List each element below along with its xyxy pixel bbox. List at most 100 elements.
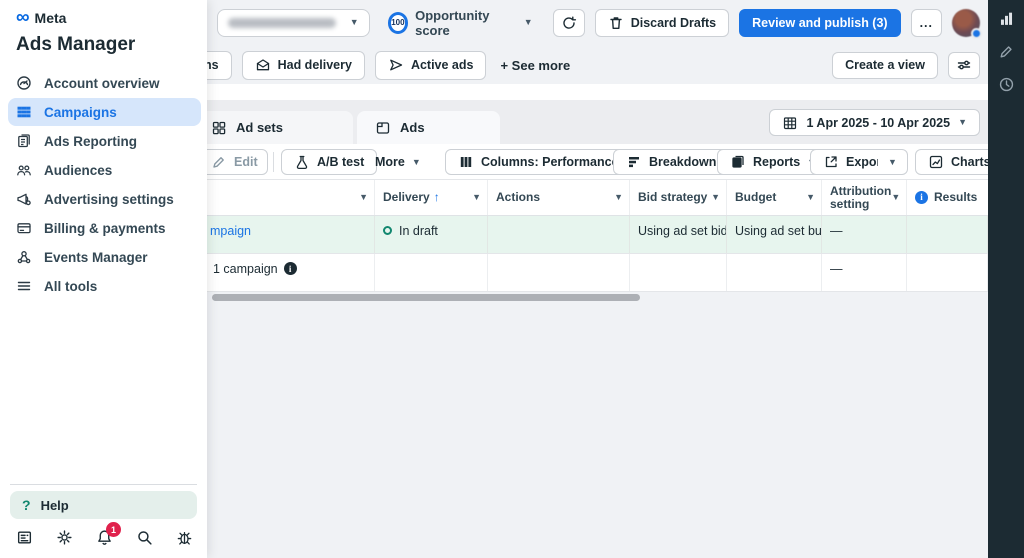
- reports-icon: [730, 154, 746, 170]
- sidebar-item-billing-payments[interactable]: Billing & payments: [8, 214, 201, 242]
- ads-frame-icon: [375, 120, 391, 136]
- filter-chip-had-delivery[interactable]: Had delivery: [242, 51, 365, 80]
- insights-chart-icon[interactable]: [998, 10, 1015, 27]
- column-header-delivery[interactable]: Delivery ↑ ▼: [375, 180, 488, 215]
- question-mark-icon: ?: [22, 497, 31, 513]
- column-header-attribution-setting[interactable]: Attribution setting ▼: [822, 180, 907, 215]
- column-header-budget[interactable]: Budget ▼: [727, 180, 822, 215]
- edit-pencil-icon[interactable]: [998, 43, 1015, 60]
- sidebar-footer: ? Help 1: [0, 484, 207, 558]
- info-icon: [915, 191, 928, 204]
- sidebar-item-label: Audiences: [44, 163, 112, 178]
- sidebar-item-advertising-settings[interactable]: Advertising settings: [8, 185, 201, 213]
- summary-count-label: 1 campaign: [213, 262, 278, 276]
- filter-bar: ns Had delivery Active ads + See more Cr…: [207, 45, 988, 85]
- breakdown-label: Breakdown: [649, 155, 716, 169]
- help-label: Help: [41, 498, 69, 513]
- bid-strategy-cell: Using ad set bid...: [630, 216, 727, 253]
- meta-logo-icon: ∞: [16, 8, 30, 27]
- chevron-down-icon: ▼: [888, 158, 897, 167]
- sidebar-item-account-overview[interactable]: Account overview: [8, 69, 201, 97]
- column-header-name[interactable]: ▼: [207, 180, 375, 215]
- campaign-name-link[interactable]: mpaign: [210, 224, 251, 238]
- opportunity-score[interactable]: 100 Opportunity score ▼: [388, 8, 533, 38]
- bug-icon[interactable]: [176, 529, 193, 546]
- tab-ads-label: Ads: [400, 120, 425, 135]
- edit-button[interactable]: Edit: [198, 149, 268, 175]
- more-options-button[interactable]: ...: [911, 9, 942, 37]
- hamburger-icon: [16, 278, 32, 294]
- level-tabs: Ad sets Ads 1 Apr 2025 - 10 Apr 2025 ▼: [207, 100, 988, 144]
- sidebar-item-label: Events Manager: [44, 250, 148, 265]
- history-clock-icon[interactable]: [998, 76, 1015, 93]
- gauge-icon: [16, 75, 32, 91]
- column-header-results[interactable]: Results: [907, 180, 988, 215]
- account-selector-dropdown[interactable]: ▼: [217, 9, 370, 37]
- opportunity-score-label: Opportunity score: [415, 8, 517, 38]
- date-range-label: 1 Apr 2025 - 10 Apr 2025: [806, 116, 950, 130]
- more-label: More: [375, 155, 405, 169]
- sidebar-item-label: Ads Reporting: [44, 134, 137, 149]
- chevron-down-icon: ▼: [806, 193, 815, 202]
- tab-ad-sets[interactable]: Ad sets: [193, 111, 353, 144]
- ab-test-label: A/B test: [317, 155, 364, 169]
- sidebar-item-audiences[interactable]: Audiences: [8, 156, 201, 184]
- trash-icon: [608, 15, 624, 31]
- charts-label: Charts: [951, 155, 991, 169]
- discard-drafts-button[interactable]: Discard Drafts: [595, 9, 729, 37]
- chevron-down-icon: ▼: [614, 193, 623, 202]
- chevron-down-icon: ▼: [412, 158, 421, 167]
- columns-label: Columns: Performance: [481, 155, 619, 169]
- table-toolbar: Edit A/B test More ▼ Columns: Performanc…: [207, 144, 988, 180]
- refresh-button[interactable]: [553, 9, 585, 37]
- see-more-link[interactable]: + See more: [500, 58, 570, 73]
- table-header-row: ▼ Delivery ↑ ▼ Actions ▼ Bid strategy ▼ …: [207, 180, 988, 215]
- help-button[interactable]: ? Help: [10, 491, 197, 519]
- filter-chip-active-ads[interactable]: Active ads: [375, 51, 487, 80]
- notifications-button[interactable]: 1: [96, 529, 113, 546]
- date-range-button[interactable]: 1 Apr 2025 - 10 Apr 2025 ▼: [769, 109, 980, 136]
- chevron-down-icon: ▼: [958, 118, 967, 127]
- sort-asc-icon: ↑: [434, 191, 440, 204]
- gear-icon[interactable]: [56, 529, 73, 546]
- export-dropdown-button[interactable]: ▼: [878, 149, 908, 175]
- active-ads-label: Active ads: [411, 58, 474, 72]
- sidebar-item-all-tools[interactable]: All tools: [8, 272, 201, 300]
- sidebar-item-label: Advertising settings: [44, 192, 174, 207]
- opportunity-score-badge: 100: [388, 12, 408, 34]
- actions-cell: [488, 216, 630, 253]
- sidebar-item-events-manager[interactable]: Events Manager: [8, 243, 201, 271]
- horizontal-scrollbar[interactable]: [212, 294, 640, 301]
- calendar-icon: [782, 115, 798, 131]
- delivery-cell: In draft: [375, 216, 488, 253]
- column-header-actions[interactable]: Actions ▼: [488, 180, 630, 215]
- more-actions-button[interactable]: More ▼: [363, 149, 433, 175]
- budget-cell: Using ad set bu...: [727, 216, 822, 253]
- create-a-view-button[interactable]: Create a view: [832, 52, 938, 79]
- columns-icon: [458, 154, 474, 170]
- report-pages-icon: [16, 133, 32, 149]
- attribution-header-label: Attribution setting: [830, 185, 891, 211]
- sidebar-item-ads-reporting[interactable]: Ads Reporting: [8, 127, 201, 155]
- summary-count-cell: 1 campaign: [207, 254, 375, 291]
- avatar[interactable]: [952, 9, 980, 37]
- sidebar-item-campaigns[interactable]: Campaigns: [8, 98, 201, 126]
- news-icon[interactable]: [16, 529, 33, 546]
- chevron-down-icon: ▼: [891, 193, 900, 202]
- delivery-header-label: Delivery: [383, 191, 430, 204]
- view-settings-button[interactable]: [948, 52, 980, 79]
- tab-ads[interactable]: Ads: [357, 111, 500, 144]
- in-draft-status-icon: [383, 226, 392, 235]
- sidebar-item-label: Billing & payments: [44, 221, 166, 236]
- sidebar-item-label: All tools: [44, 279, 97, 294]
- sidebar-item-label: Account overview: [44, 76, 160, 91]
- results-cell: [907, 254, 988, 291]
- table-row[interactable]: mpaign In draft Using ad set bid... Usin…: [207, 215, 988, 253]
- campaign-name-cell[interactable]: mpaign: [207, 216, 375, 253]
- search-icon[interactable]: [136, 529, 153, 546]
- column-header-bid-strategy[interactable]: Bid strategy ▼: [630, 180, 727, 215]
- info-icon[interactable]: [284, 262, 297, 275]
- chevron-down-icon: ▼: [524, 18, 533, 27]
- account-name-redacted: [228, 18, 336, 28]
- review-and-publish-button[interactable]: Review and publish (3): [739, 9, 900, 37]
